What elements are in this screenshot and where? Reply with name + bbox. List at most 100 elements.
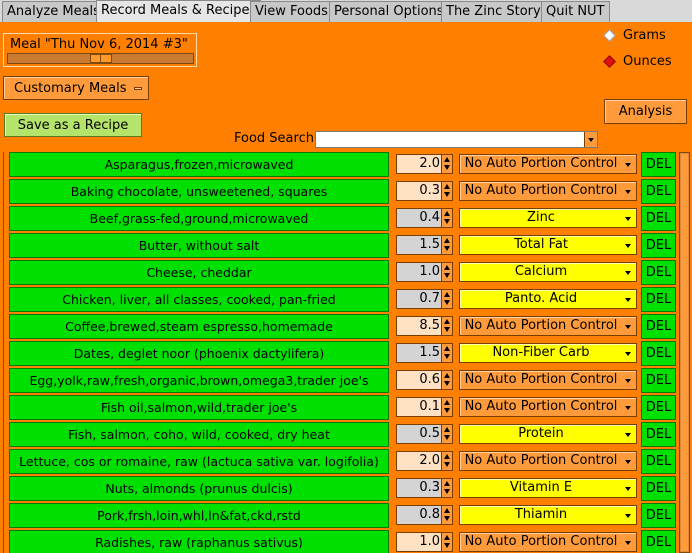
quantity-spinner[interactable] — [441, 236, 452, 254]
portion-control-menu[interactable]: Panto. Acid — [459, 289, 637, 309]
portion-control-menu[interactable]: No Auto Portion Control — [459, 316, 637, 336]
delete-food-button[interactable]: DEL — [641, 368, 676, 393]
quantity-spinner[interactable] — [441, 263, 452, 281]
quantity-spinbox[interactable]: 0.3 — [396, 181, 453, 201]
quantity-spinbox[interactable]: 1.5 — [396, 343, 453, 363]
spin-up-icon[interactable] — [444, 535, 450, 540]
portion-control-menu[interactable]: No Auto Portion Control — [459, 181, 637, 201]
spin-up-icon[interactable] — [444, 211, 450, 216]
food-name-button[interactable]: Fish oil,salmon,wild,trader joe's — [9, 395, 389, 420]
food-name-button[interactable]: Nuts, almonds (prunus dulcis) — [9, 476, 389, 501]
quantity-value[interactable]: 0.4 — [397, 210, 440, 225]
quantity-value[interactable]: 0.5 — [397, 426, 440, 441]
food-name-button[interactable]: Egg,yolk,raw,fresh,organic,brown,omega3,… — [9, 368, 389, 393]
portion-control-menu[interactable]: No Auto Portion Control — [459, 154, 637, 174]
food-name-button[interactable]: Coffee,brewed,steam espresso,homemade — [9, 314, 389, 339]
portion-control-menu[interactable]: Thiamin — [459, 505, 637, 525]
delete-food-button[interactable]: DEL — [641, 449, 676, 474]
spin-up-icon[interactable] — [444, 265, 450, 270]
quantity-value[interactable]: 1.0 — [397, 264, 440, 279]
quantity-value[interactable]: 0.3 — [397, 183, 440, 198]
spin-up-icon[interactable] — [444, 292, 450, 297]
quantity-spinbox[interactable]: 1.0 — [396, 532, 453, 552]
quantity-spinbox[interactable]: 8.5 — [396, 316, 453, 336]
portion-control-menu[interactable]: Non-Fiber Carb — [459, 343, 637, 363]
quantity-spinbox[interactable]: 0.8 — [396, 505, 453, 525]
save-as-recipe-button[interactable]: Save as a Recipe — [4, 113, 142, 137]
food-name-button[interactable]: Fish, salmon, coho, wild, cooked, dry he… — [9, 422, 389, 447]
scrollbar-thumb[interactable] — [680, 153, 689, 552]
quantity-spinner[interactable] — [441, 155, 452, 173]
tab-analyze-meals[interactable]: Analyze Meals — [2, 1, 105, 22]
spin-up-icon[interactable] — [444, 427, 450, 432]
delete-food-button[interactable]: DEL — [641, 287, 676, 312]
quantity-spinbox[interactable]: 0.3 — [396, 478, 453, 498]
delete-food-button[interactable]: DEL — [641, 503, 676, 528]
quantity-spinner[interactable] — [441, 209, 452, 227]
quantity-spinner[interactable] — [441, 398, 452, 416]
delete-food-button[interactable]: DEL — [641, 422, 676, 447]
spin-down-icon[interactable] — [444, 543, 450, 548]
food-name-button[interactable]: Chicken, liver, all classes, cooked, pan… — [9, 287, 389, 312]
quantity-value[interactable]: 8.5 — [397, 318, 440, 333]
food-search-input[interactable] — [315, 131, 598, 148]
quantity-spinner[interactable] — [441, 344, 452, 362]
delete-food-button[interactable]: DEL — [641, 341, 676, 366]
portion-control-menu[interactable]: Vitamin E — [459, 478, 637, 498]
quantity-value[interactable]: 0.7 — [397, 291, 440, 306]
quantity-value[interactable]: 0.1 — [397, 399, 440, 414]
spin-up-icon[interactable] — [444, 400, 450, 405]
food-name-button[interactable]: Lettuce, cos or romaine, raw (lactuca sa… — [9, 449, 389, 474]
spin-up-icon[interactable] — [444, 508, 450, 513]
tab-personal-options[interactable]: Personal Options — [329, 1, 449, 22]
quantity-value[interactable]: 0.8 — [397, 507, 440, 522]
spin-down-icon[interactable] — [444, 246, 450, 251]
portion-control-menu[interactable]: No Auto Portion Control — [459, 532, 637, 552]
quantity-spinbox[interactable]: 2.0 — [396, 451, 453, 471]
spin-up-icon[interactable] — [444, 373, 450, 378]
spin-down-icon[interactable] — [444, 435, 450, 440]
quantity-spinbox[interactable]: 1.0 — [396, 262, 453, 282]
quantity-spinbox[interactable]: 0.4 — [396, 208, 453, 228]
delete-food-button[interactable]: DEL — [641, 206, 676, 231]
quantity-spinner[interactable] — [441, 317, 452, 335]
quantity-value[interactable]: 1.5 — [397, 237, 440, 252]
quantity-value[interactable]: 2.0 — [397, 453, 440, 468]
delete-food-button[interactable]: DEL — [641, 260, 676, 285]
radio-ounces-icon[interactable] — [603, 55, 616, 68]
delete-food-button[interactable]: DEL — [641, 530, 676, 553]
spin-up-icon[interactable] — [444, 319, 450, 324]
quantity-spinbox[interactable]: 0.1 — [396, 397, 453, 417]
spin-down-icon[interactable] — [444, 300, 450, 305]
spin-down-icon[interactable] — [444, 516, 450, 521]
quantity-spinner[interactable] — [441, 506, 452, 524]
quantity-spinbox[interactable]: 0.5 — [396, 424, 453, 444]
spin-up-icon[interactable] — [444, 346, 450, 351]
portion-control-menu[interactable]: No Auto Portion Control — [459, 451, 637, 471]
quantity-spinner[interactable] — [441, 290, 452, 308]
quantity-value[interactable]: 0.3 — [397, 480, 440, 495]
spin-down-icon[interactable] — [444, 219, 450, 224]
portion-control-menu[interactable]: Zinc — [459, 208, 637, 228]
radio-grams-icon[interactable] — [603, 29, 616, 42]
food-name-button[interactable]: Baking chocolate, unsweetened, squares — [9, 179, 389, 204]
quantity-spinbox[interactable]: 2.0 — [396, 154, 453, 174]
food-name-button[interactable]: Dates, deglet noor (phoenix dactylifera) — [9, 341, 389, 366]
quantity-value[interactable]: 0.6 — [397, 372, 440, 387]
delete-food-button[interactable]: DEL — [641, 476, 676, 501]
spin-down-icon[interactable] — [444, 192, 450, 197]
delete-food-button[interactable]: DEL — [641, 152, 676, 177]
spin-down-icon[interactable] — [444, 408, 450, 413]
quantity-spinbox[interactable]: 1.5 — [396, 235, 453, 255]
delete-food-button[interactable]: DEL — [641, 314, 676, 339]
quantity-value[interactable]: 1.0 — [397, 534, 440, 549]
quantity-value[interactable]: 2.0 — [397, 156, 440, 171]
spin-up-icon[interactable] — [444, 454, 450, 459]
food-name-button[interactable]: Pork,frsh,loin,whl,ln&fat,ckd,rstd — [9, 503, 389, 528]
delete-food-button[interactable]: DEL — [641, 395, 676, 420]
food-name-button[interactable]: Cheese, cheddar — [9, 260, 389, 285]
spin-down-icon[interactable] — [444, 273, 450, 278]
food-name-button[interactable]: Butter, without salt — [9, 233, 389, 258]
meal-slider[interactable] — [7, 53, 194, 64]
tab-view-foods[interactable]: View Foods — [250, 1, 333, 22]
